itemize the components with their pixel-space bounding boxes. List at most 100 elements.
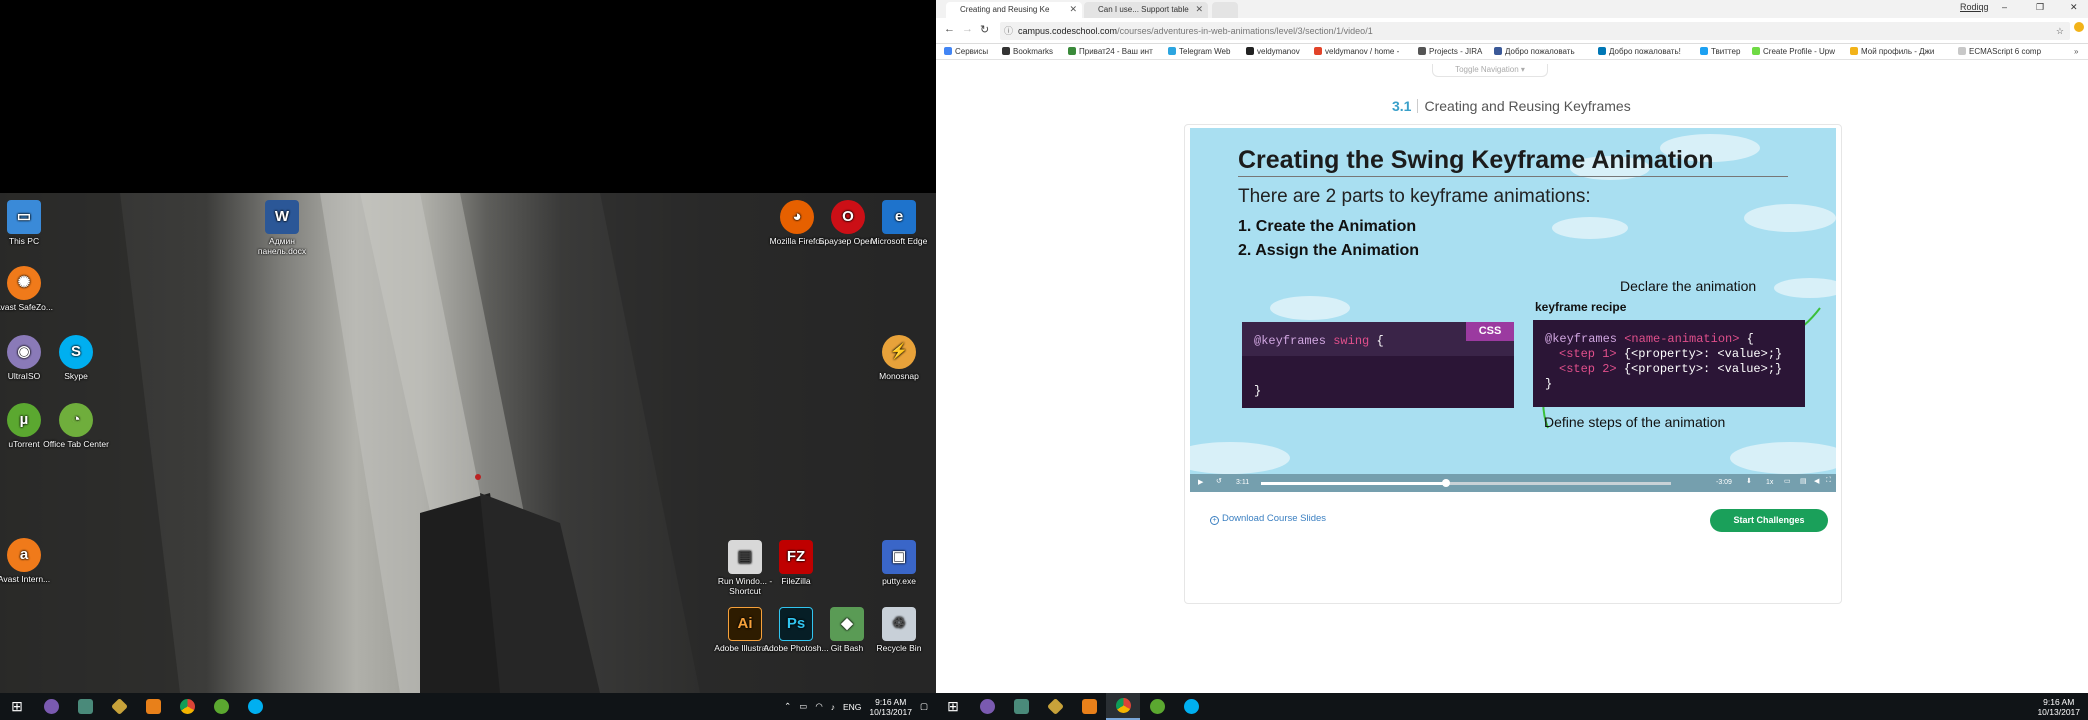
profile-name[interactable]: Rodiqg (1960, 2, 1989, 12)
network-icon[interactable]: ◠ (815, 701, 822, 712)
djinni-icon (1850, 47, 1858, 55)
recycle-bin-icon: ♲ (882, 607, 916, 641)
bookmark-item[interactable]: Projects - JIRA (1418, 47, 1482, 56)
star-icon (1002, 47, 1010, 55)
bookmark-item[interactable]: veldymanov (1246, 47, 1300, 56)
facebook-icon (1494, 47, 1502, 55)
taskbar-app-media[interactable] (34, 693, 68, 720)
recipe-code-line-4: } (1545, 377, 1553, 391)
bookmark-item[interactable]: Твиттер (1700, 47, 1740, 56)
volume-icon[interactable]: ♪ (831, 702, 835, 712)
store-icon (77, 699, 93, 714)
skype-icon: S (59, 335, 93, 369)
forward-arrow-icon[interactable]: → (962, 23, 973, 35)
clock-left[interactable]: 9:16 AM 10/13/2017 (869, 697, 912, 717)
volume-icon[interactable]: ◀ (1814, 477, 1819, 485)
taskbar-app-sublime[interactable] (136, 693, 170, 720)
taskbar-app-skype[interactable] (238, 693, 272, 720)
office-tab-icon: ◔ (59, 403, 93, 437)
tab-inactive[interactable]: Can I use... Support table ✕ (1084, 2, 1208, 18)
download-icon[interactable]: ⬇ (1746, 477, 1752, 485)
captions-icon[interactable]: ▭ (1784, 477, 1791, 485)
star-icon[interactable]: ☆ (2056, 22, 2064, 40)
taskbar-app-media[interactable] (970, 693, 1004, 720)
progress-handle[interactable] (1441, 479, 1450, 487)
address-bar[interactable]: ⓘ campus.codeschool.com/courses/adventur… (1000, 22, 2070, 40)
taskbar-app-skype[interactable] (1174, 693, 1208, 720)
twitter-icon (1700, 47, 1708, 55)
taskbar-app-utorrent[interactable] (204, 693, 238, 720)
taskbar-app-git[interactable] (102, 693, 136, 720)
download-slides-link[interactable]: + Download Course Slides (1210, 513, 1326, 525)
desktop-icon-skype[interactable]: S Skype (43, 335, 109, 381)
bookmark-item[interactable]: Сервисы (944, 47, 988, 56)
taskbar-app-sublime[interactable] (1072, 693, 1106, 720)
bookmark-item[interactable]: Добро пожаловать! (1598, 47, 1681, 56)
edge-icon: e (882, 200, 916, 234)
skype-icon (1183, 699, 1199, 714)
media-player-icon (43, 699, 59, 714)
tab-active[interactable]: Creating and Reusing Ke ✕ (946, 2, 1082, 18)
maximize-icon[interactable]: ❐ (2036, 2, 2044, 13)
taskbar-left: ⊞ ⌃ ▭ ◠ ♪ ENG 9:16 AM 10/13/2017 ▢ (0, 693, 936, 720)
close-tab-icon[interactable]: ✕ (1195, 4, 1203, 15)
chrome-icon (1115, 698, 1131, 713)
desktop-icon-monosnap[interactable]: ⚡ Monosnap (866, 335, 932, 381)
desktop-icon-recycle-bin[interactable]: ♲ Recycle Bin (866, 607, 932, 653)
bookmark-item[interactable]: Telegram Web (1168, 47, 1230, 56)
start-challenges-button[interactable]: Start Challenges (1710, 509, 1828, 532)
fullscreen-icon[interactable]: ⛶ (1826, 477, 1831, 485)
taskbar-app-store[interactable] (68, 693, 102, 720)
remaining-time: -3:09 (1716, 479, 1732, 486)
bookmark-item[interactable]: Bookmarks (1002, 47, 1053, 56)
declare-annotation: Declare the animation (1620, 278, 1757, 294)
desktop-icon-office-tab[interactable]: ◔ Office Tab Center (43, 403, 109, 449)
bookmark-item[interactable]: ECMAScript 6 comp (1958, 47, 2041, 56)
play-icon[interactable]: ▶ (1198, 478, 1203, 486)
back-arrow-icon[interactable]: ← (944, 23, 955, 35)
start-button[interactable]: ⊞ (0, 693, 34, 720)
lesson-heading: 3.1 Creating and Reusing Keyframes (1392, 98, 1631, 114)
bookmark-item[interactable]: Приват24 - Ваш инт (1068, 47, 1153, 56)
replay-icon[interactable]: ↺ (1216, 477, 1222, 485)
reload-icon[interactable]: ↻ (980, 23, 989, 36)
taskbar-app-chrome[interactable] (1106, 693, 1140, 720)
desktop-icon-putty[interactable]: ▣ putty.exe (866, 540, 932, 586)
chevron-up-icon[interactable]: ⌃ (784, 701, 791, 712)
settings-icon[interactable]: ▤ (1800, 477, 1807, 485)
taskbar-app-utorrent[interactable] (1140, 693, 1174, 720)
slide-title: Creating the Swing Keyframe Animation (1238, 146, 1788, 177)
minimize-icon[interactable]: – (2002, 2, 2007, 12)
extension-icon[interactable] (2074, 22, 2084, 32)
language-indicator[interactable]: ENG (843, 702, 861, 712)
close-tab-icon[interactable]: ✕ (1069, 4, 1077, 15)
battery-icon[interactable]: ▭ (799, 701, 807, 712)
desktop-icon-word-doc[interactable]: W Админ панель.docx (249, 200, 315, 256)
bookmark-item[interactable]: Добро пожаловать (1494, 47, 1575, 56)
bookmark-item[interactable]: Мой профиль - Джи (1850, 47, 1934, 56)
desktop-icon-avast-safezone[interactable]: ✺ Avast SafeZo... (0, 266, 57, 312)
clock-right[interactable]: 9:16 AM 10/13/2017 (2037, 697, 2080, 717)
taskbar-app-chrome[interactable] (170, 693, 204, 720)
toggle-navigation-button[interactable]: Toggle Navigation ▾ (1432, 64, 1548, 77)
slide-step-2: 2. Assign the Animation (1238, 242, 1420, 259)
desktop-icon-this-pc[interactable]: ▭ This PC (0, 200, 57, 246)
close-window-icon[interactable]: ✕ (2070, 2, 2078, 13)
notification-icon[interactable]: ▢ (920, 701, 928, 712)
progress-bar[interactable] (1261, 479, 1671, 487)
system-tray-right: 9:16 AM 10/13/2017 (2037, 693, 2088, 720)
playback-speed[interactable]: 1x (1766, 479, 1773, 486)
start-button[interactable]: ⊞ (936, 693, 970, 720)
desktop-icon-filezilla[interactable]: FZ FileZilla (763, 540, 829, 586)
video-player[interactable]: Creating the Swing Keyframe Animation Th… (1190, 128, 1836, 492)
bookmark-item[interactable]: Create Profile - Upw (1752, 47, 1835, 56)
info-icon: ⓘ (1004, 26, 1014, 36)
taskbar-app-store[interactable] (1004, 693, 1038, 720)
more-bookmarks-icon[interactable]: » (2074, 47, 2078, 56)
new-tab-button[interactable] (1212, 2, 1238, 18)
desktop-icon-avast-internet[interactable]: a Avast Intern... (0, 538, 57, 584)
opera-icon: O (831, 200, 865, 234)
desktop-icon-edge[interactable]: e Microsoft Edge (866, 200, 932, 246)
taskbar-app-git[interactable] (1038, 693, 1072, 720)
bookmark-item[interactable]: veldymanov / home - (1314, 47, 1399, 56)
